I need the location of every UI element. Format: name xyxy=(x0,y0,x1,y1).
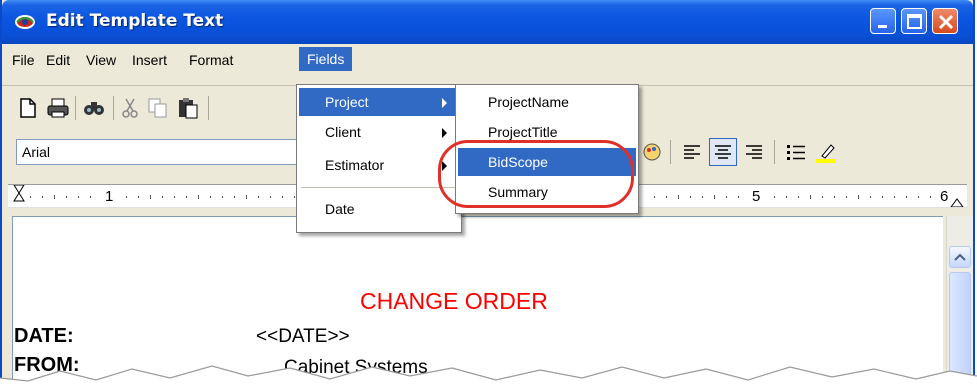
align-left-icon[interactable] xyxy=(680,140,704,164)
submenu-arrow-icon xyxy=(442,98,447,108)
paste-icon[interactable] xyxy=(176,96,200,120)
menu-fields[interactable]: Fields xyxy=(299,47,353,71)
submenu-summary[interactable]: Summary xyxy=(458,178,636,206)
document-title: CHANGE ORDER xyxy=(360,288,548,314)
find-icon[interactable] xyxy=(82,96,106,120)
maximize-button[interactable] xyxy=(901,8,927,34)
fields-menu-client[interactable]: Client xyxy=(299,118,459,146)
cut-icon[interactable] xyxy=(118,96,142,120)
minimize-button[interactable] xyxy=(870,8,896,34)
menu-format[interactable]: Format xyxy=(189,52,233,68)
ruler-mark: 1 xyxy=(105,188,114,205)
font-name-input[interactable]: Arial xyxy=(16,139,316,165)
menu-separator xyxy=(301,187,457,188)
minimize-icon xyxy=(878,25,887,28)
chevron-up-icon xyxy=(954,253,966,261)
date-value: <<DATE>> xyxy=(256,326,350,347)
submenu-project-name[interactable]: ProjectName xyxy=(458,88,636,116)
submenu-arrow-icon xyxy=(442,161,447,171)
fields-menu-project[interactable]: Project xyxy=(299,88,459,116)
project-submenu: ProjectName ProjectTitle BidScope Summar… xyxy=(455,84,639,214)
new-document-icon[interactable] xyxy=(16,96,40,120)
copy-icon[interactable] xyxy=(146,96,170,120)
align-right-icon[interactable] xyxy=(742,140,766,164)
submenu-label: BidScope xyxy=(488,154,548,170)
fields-menu-date[interactable]: Date xyxy=(299,195,459,223)
bullets-icon[interactable] xyxy=(784,140,808,164)
toolbar-separator xyxy=(113,96,114,120)
title-bar[interactable]: Edit Template Text xyxy=(2,0,973,44)
color-icon[interactable] xyxy=(640,140,664,164)
close-button[interactable] xyxy=(932,8,958,34)
align-center-button[interactable] xyxy=(709,138,737,166)
submenu-label: ProjectTitle xyxy=(488,124,558,140)
fields-menu-label: Date xyxy=(325,201,355,217)
menu-view[interactable]: View xyxy=(86,52,116,68)
align-center-icon xyxy=(715,145,731,159)
app-icon xyxy=(15,15,35,29)
maximize-icon xyxy=(907,14,922,29)
print-icon[interactable] xyxy=(46,96,70,120)
fields-menu-label: Estimator xyxy=(325,157,385,173)
font-name-value: Arial xyxy=(22,144,51,160)
menu-bar: File Edit View Insert Format Fields xyxy=(2,44,973,76)
fields-menu-label: Client xyxy=(325,124,361,140)
close-icon xyxy=(938,14,954,30)
submenu-label: ProjectName xyxy=(488,94,569,110)
toolbar-separator xyxy=(75,96,76,120)
scroll-up-button[interactable] xyxy=(949,246,971,268)
from-label: FROM: xyxy=(14,354,80,376)
window-title: Edit Template Text xyxy=(46,11,224,31)
ruler-mark: 5 xyxy=(752,188,761,205)
menu-edit[interactable]: Edit xyxy=(46,52,70,68)
ruler-mark: 6 xyxy=(940,188,949,205)
toolbar-separator xyxy=(774,140,775,164)
toolbar-separator xyxy=(670,140,671,164)
toolbar-separator xyxy=(208,96,209,120)
date-label: DATE: xyxy=(14,325,74,347)
menu-insert[interactable]: Insert xyxy=(132,52,167,68)
vertical-scrollbar[interactable] xyxy=(946,216,973,386)
highlight-icon[interactable] xyxy=(814,140,838,164)
fields-menu-estimator[interactable]: Estimator xyxy=(299,151,459,179)
submenu-bid-scope[interactable]: BidScope xyxy=(458,148,636,176)
from-value: Cabinet Systems xyxy=(284,357,428,378)
submenu-arrow-icon xyxy=(442,128,447,138)
scroll-thumb[interactable] xyxy=(949,272,971,386)
submenu-project-title[interactable]: ProjectTitle xyxy=(458,118,636,146)
submenu-label: Summary xyxy=(488,184,548,200)
fields-menu-label: Project xyxy=(325,94,369,110)
fields-menu: Project Client Estimator Date xyxy=(296,84,462,233)
menu-file[interactable]: File xyxy=(12,52,35,68)
